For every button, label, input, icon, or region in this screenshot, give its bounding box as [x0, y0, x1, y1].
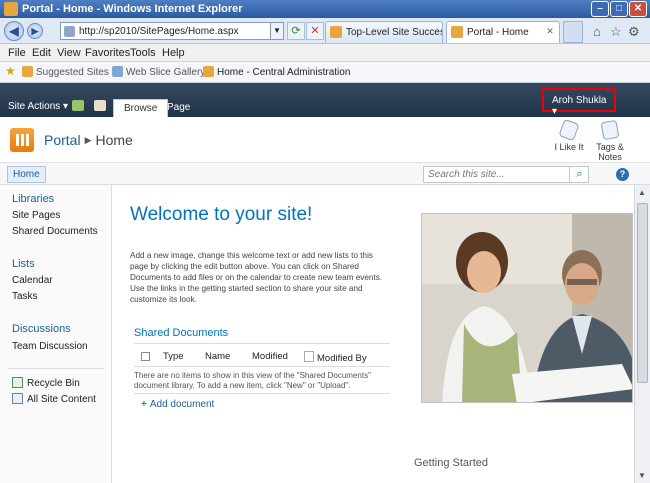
address-toolbar: ◀ ▶ http://sp2010/SitePages/Home.aspx ▼ …: [0, 18, 650, 44]
minimize-button[interactable]: –: [591, 1, 609, 17]
nav-divider: [8, 368, 104, 369]
nav-home[interactable]: Home: [7, 166, 46, 183]
shared-documents-underline: [134, 343, 390, 344]
shared-documents-title[interactable]: Shared Documents: [134, 327, 228, 339]
favorites-bar: ★ Suggested Sites ▾ Web Slice Gallery ▾ …: [0, 62, 650, 83]
header-divider: [134, 366, 390, 367]
column-type[interactable]: Type: [163, 351, 184, 362]
tab-page[interactable]: Page: [157, 99, 200, 117]
i-like-it-button[interactable]: I Like It: [549, 118, 589, 152]
user-name: Aroh Shukla ▾: [552, 95, 607, 117]
window-title: Portal - Home - Windows Internet Explore…: [22, 3, 243, 15]
tags-notes-icon: [600, 119, 620, 141]
help-icon[interactable]: ?: [616, 168, 629, 181]
nav-shared-documents[interactable]: Shared Documents: [12, 226, 98, 237]
favorites-star-icon[interactable]: ★: [5, 64, 16, 78]
empty-library-message: There are no items to show in this view …: [134, 371, 371, 390]
page-title: Home: [95, 132, 133, 148]
vertical-scrollbar[interactable]: ▲ ▼: [634, 185, 650, 483]
tab-site-icon: [451, 26, 463, 38]
address-field[interactable]: http://sp2010/SitePages/Home.aspx: [60, 22, 274, 40]
add-document-link[interactable]: + Add document: [141, 399, 214, 410]
suggested-sites[interactable]: Suggested Sites ▾: [22, 66, 117, 78]
menu-help[interactable]: Help: [162, 47, 185, 59]
getting-started-heading: Getting Started: [414, 457, 488, 469]
window-title-bar: Portal - Home - Windows Internet Explore…: [0, 0, 650, 18]
tab-site-icon: [330, 26, 342, 38]
back-icon[interactable]: ◀: [4, 21, 24, 41]
page-icon: [64, 26, 75, 37]
search-placeholder: Search this site...: [428, 169, 505, 180]
quick-launch: Libraries Site Pages Shared Documents Li…: [0, 185, 112, 483]
scrollbar-thumb[interactable]: [637, 203, 648, 383]
new-tab-button[interactable]: [563, 21, 583, 43]
home-icon[interactable]: ⌂: [593, 24, 601, 39]
suggested-sites-icon: [22, 66, 33, 77]
edit-page-icon[interactable]: [94, 100, 106, 111]
user-menu[interactable]: Aroh Shukla ▾: [542, 88, 616, 117]
web-slice-icon: [112, 66, 123, 77]
nav-site-pages[interactable]: Site Pages: [12, 210, 60, 221]
nav-all-site-content[interactable]: All Site Content: [12, 393, 96, 405]
welcome-image: [421, 213, 633, 403]
top-navigation: Home Search this site... ⌕ ?: [0, 163, 650, 185]
scroll-down-icon[interactable]: ▼: [638, 471, 646, 480]
menu-file[interactable]: File: [8, 47, 26, 59]
nav-discussions[interactable]: Discussions: [12, 323, 71, 335]
nav-tasks[interactable]: Tasks: [12, 291, 38, 302]
favorites-star-icon[interactable]: ☆: [610, 24, 622, 40]
navigate-up-icon[interactable]: [72, 100, 84, 111]
tools-gear-icon[interactable]: ⚙: [628, 24, 640, 40]
welcome-text: Add a new image, change this welcome tex…: [130, 251, 383, 304]
all-site-content-icon: [12, 393, 23, 404]
breadcrumb-arrow-icon: ▶: [84, 135, 92, 145]
sharepoint-icon: [203, 66, 214, 77]
address-dropdown-icon[interactable]: ▼: [270, 22, 284, 40]
search-icon[interactable]: ⌕: [569, 166, 589, 183]
menu-edit[interactable]: Edit: [32, 47, 51, 59]
nav-lists[interactable]: Lists: [12, 258, 35, 270]
select-all-checkbox[interactable]: [141, 352, 150, 361]
site-actions-menu[interactable]: Site Actions ▾: [8, 101, 68, 112]
tab-close-icon[interactable]: ✕: [544, 25, 556, 37]
address-url: http://sp2010/SitePages/Home.aspx: [79, 26, 239, 37]
tags-notes-button[interactable]: Tags & Notes: [589, 119, 631, 162]
sharepoint-ribbon: Site Actions ▾ Browse Page Aroh Shukla ▾: [0, 83, 650, 117]
tab-label: Portal - Home: [467, 27, 529, 38]
tab-label: Top-Level Site Successf...: [346, 27, 442, 38]
office-people-photo: [422, 214, 632, 402]
maximize-button[interactable]: □: [610, 1, 628, 17]
menu-tools[interactable]: Tools: [130, 47, 156, 59]
title-area: Portal ▶ Home I Like It Tags & Notes: [0, 117, 650, 163]
column-name[interactable]: Name: [205, 351, 230, 362]
nav-team-discussion[interactable]: Team Discussion: [12, 341, 88, 352]
scroll-up-icon[interactable]: ▲: [638, 188, 646, 197]
add-icon: +: [141, 399, 147, 410]
nav-recycle-bin[interactable]: Recycle Bin: [12, 377, 80, 389]
tab-top-level-site[interactable]: Top-Level Site Successf...: [325, 21, 443, 43]
nav-calendar[interactable]: Calendar: [12, 275, 53, 286]
column-modified[interactable]: Modified: [252, 351, 288, 362]
recycle-bin-icon: [12, 377, 23, 388]
web-slice-gallery[interactable]: Web Slice Gallery ▾: [112, 66, 213, 78]
breadcrumb: Portal ▶ Home: [44, 132, 133, 148]
close-button[interactable]: ✕: [629, 1, 647, 17]
list-divider: [134, 393, 390, 394]
site-logo-icon: [10, 128, 34, 152]
nav-libraries[interactable]: Libraries: [12, 193, 54, 205]
refresh-icon[interactable]: ⟳: [287, 22, 305, 40]
like-tag-icon: [558, 118, 580, 142]
search-input[interactable]: Search this site...: [423, 166, 589, 183]
welcome-heading: Welcome to your site!: [130, 204, 313, 225]
tab-portal-home[interactable]: Portal - Home ✕: [446, 21, 560, 43]
breadcrumb-site[interactable]: Portal: [44, 132, 81, 148]
forward-icon[interactable]: ▶: [27, 23, 43, 39]
menu-favorites[interactable]: Favorites: [85, 47, 130, 59]
ie-app-icon: [4, 2, 18, 16]
stop-icon[interactable]: ✕: [306, 22, 324, 40]
menu-view[interactable]: View: [57, 47, 81, 59]
central-admin-link[interactable]: Home - Central Administration: [203, 66, 350, 78]
column-modified-by[interactable]: Modified By: [304, 351, 367, 364]
menu-bar: File Edit View Favorites Tools Help: [0, 44, 650, 62]
